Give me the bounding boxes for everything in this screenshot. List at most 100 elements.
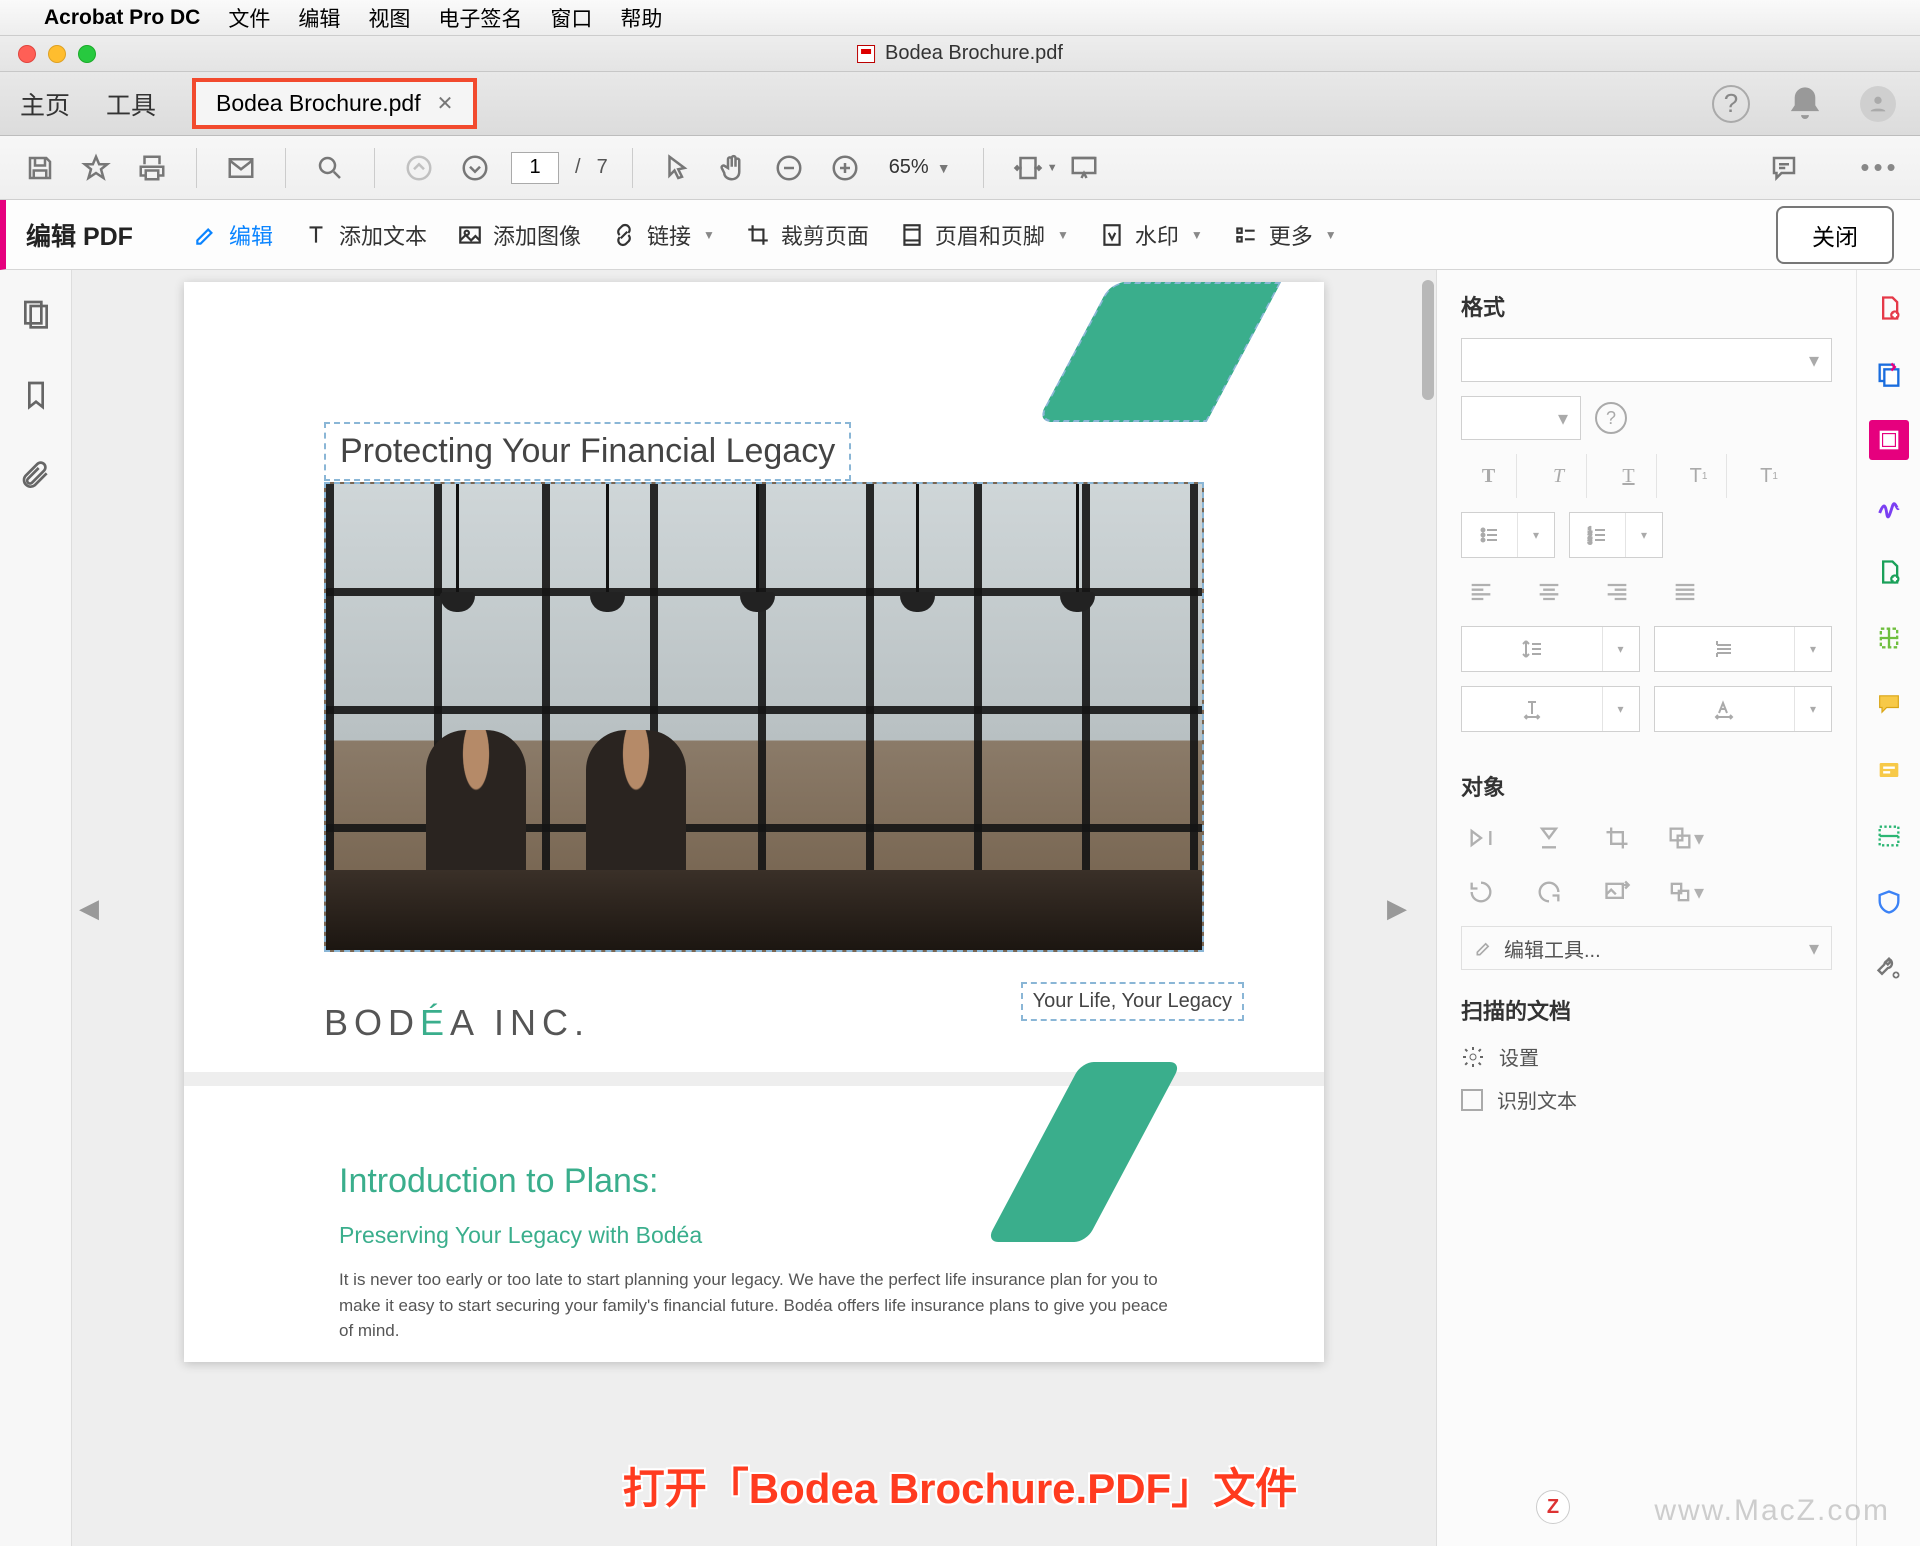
- scrollbar-thumb[interactable]: [1422, 280, 1434, 400]
- app-name[interactable]: Acrobat Pro DC: [44, 6, 200, 30]
- rotate-cw-icon[interactable]: [1529, 872, 1569, 912]
- nav-tools[interactable]: 工具: [106, 86, 156, 122]
- menu-help[interactable]: 帮助: [620, 3, 662, 33]
- menu-view[interactable]: 视图: [368, 3, 410, 33]
- presentation-icon[interactable]: [1064, 148, 1104, 188]
- bookmark-icon[interactable]: [20, 379, 52, 416]
- font-family-select[interactable]: ▾: [1461, 338, 1832, 382]
- fill-sign-icon[interactable]: [1869, 750, 1909, 790]
- fit-width-icon[interactable]: ▼: [1008, 148, 1048, 188]
- more-icon[interactable]: •••: [1860, 148, 1900, 188]
- settings-button[interactable]: 设置: [1461, 1042, 1832, 1071]
- intro-subheading[interactable]: Preserving Your Legacy with Bodéa: [339, 1222, 702, 1249]
- add-text-button[interactable]: 添加文本: [303, 219, 427, 251]
- flip-horizontal-icon[interactable]: [1461, 818, 1501, 858]
- link-button[interactable]: 链接▼: [611, 219, 715, 251]
- thumbnails-icon[interactable]: [20, 298, 52, 335]
- replace-image-icon[interactable]: [1597, 872, 1637, 912]
- checkbox-icon[interactable]: [1461, 1089, 1483, 1111]
- bullet-list-icon[interactable]: [1462, 513, 1518, 557]
- more-tools-icon[interactable]: [1869, 948, 1909, 988]
- edit-pdf-tool-icon[interactable]: [1869, 420, 1909, 460]
- page-down-icon[interactable]: [455, 148, 495, 188]
- print-icon[interactable]: [132, 148, 172, 188]
- bell-icon[interactable]: [1786, 85, 1824, 123]
- scan-ocr-icon[interactable]: [1869, 816, 1909, 856]
- edit-button[interactable]: 编辑: [193, 219, 273, 251]
- crop-object-icon[interactable]: [1597, 818, 1637, 858]
- zoom-select[interactable]: 65% ▼: [881, 152, 959, 183]
- underline-icon[interactable]: T: [1601, 454, 1657, 498]
- more-button[interactable]: 更多▼: [1233, 219, 1337, 251]
- help-icon[interactable]: ?: [1712, 85, 1750, 123]
- tab-active-document[interactable]: Bodea Brochure.pdf ✕: [192, 78, 477, 129]
- create-pdf-icon[interactable]: [1869, 288, 1909, 328]
- add-image-button[interactable]: 添加图像: [457, 219, 581, 251]
- arrange-icon[interactable]: ▾: [1665, 818, 1705, 858]
- line-spacing-icon[interactable]: [1462, 627, 1603, 671]
- intro-body-text[interactable]: It is never too early or too late to sta…: [339, 1267, 1179, 1344]
- bold-icon[interactable]: T: [1461, 454, 1517, 498]
- document-area[interactable]: ◀ ▶ Protecting Your Financial Legacy BOD…: [72, 270, 1436, 1546]
- organize-pages-icon[interactable]: [1869, 618, 1909, 658]
- minimize-window-icon[interactable]: [48, 45, 66, 63]
- zoom-in-icon[interactable]: [825, 148, 865, 188]
- subscript-icon[interactable]: T1: [1741, 454, 1797, 498]
- rotate-ccw-icon[interactable]: [1461, 872, 1501, 912]
- align-objects-icon[interactable]: ▾: [1665, 872, 1705, 912]
- numbered-list-icon[interactable]: 123: [1570, 513, 1626, 557]
- font-size-select[interactable]: ▾: [1461, 396, 1581, 440]
- align-justify-icon[interactable]: [1665, 572, 1705, 612]
- mail-icon[interactable]: [221, 148, 261, 188]
- nav-home[interactable]: 主页: [20, 86, 70, 122]
- header-footer-button[interactable]: 页眉和页脚▼: [899, 219, 1069, 251]
- align-right-icon[interactable]: [1597, 572, 1637, 612]
- pdf-page[interactable]: Protecting Your Financial Legacy BODÉA I…: [184, 282, 1324, 1362]
- close-tab-icon[interactable]: ✕: [437, 91, 454, 116]
- superscript-icon[interactable]: T1: [1671, 454, 1727, 498]
- align-center-icon[interactable]: [1529, 572, 1569, 612]
- pointer-icon[interactable]: [657, 148, 697, 188]
- char-spacing-icon[interactable]: [1655, 687, 1796, 731]
- combine-files-icon[interactable]: [1869, 354, 1909, 394]
- menu-edit[interactable]: 编辑: [298, 3, 340, 33]
- zoom-out-icon[interactable]: [769, 148, 809, 188]
- numbered-caret-icon[interactable]: ▾: [1626, 513, 1662, 557]
- align-left-icon[interactable]: [1461, 572, 1501, 612]
- page-number-input[interactable]: [511, 152, 559, 184]
- sign-icon[interactable]: [1869, 486, 1909, 526]
- next-page-arrow-icon[interactable]: ▶: [1386, 878, 1408, 938]
- flip-vertical-icon[interactable]: [1529, 818, 1569, 858]
- attachment-icon[interactable]: [20, 460, 52, 497]
- hand-icon[interactable]: [713, 148, 753, 188]
- tagline-text-box[interactable]: Your Life, Your Legacy: [1021, 982, 1244, 1021]
- page-up-icon[interactable]: [399, 148, 439, 188]
- search-icon[interactable]: [310, 148, 350, 188]
- user-avatar-icon[interactable]: [1860, 86, 1896, 122]
- image-box[interactable]: [324, 482, 1204, 952]
- close-window-icon[interactable]: [18, 45, 36, 63]
- horizontal-scale-icon[interactable]: [1462, 687, 1603, 731]
- star-icon[interactable]: [76, 148, 116, 188]
- recognize-text-checkbox[interactable]: 识别文本: [1461, 1085, 1832, 1114]
- intro-heading[interactable]: Introduction to Plans:: [339, 1162, 658, 1201]
- comment-tool-icon[interactable]: [1869, 684, 1909, 724]
- protect-icon[interactable]: [1869, 882, 1909, 922]
- italic-icon[interactable]: T: [1531, 454, 1587, 498]
- watermark-button[interactable]: 水印▼: [1099, 219, 1203, 251]
- menu-window[interactable]: 窗口: [550, 3, 592, 33]
- maximize-window-icon[interactable]: [78, 45, 96, 63]
- menu-file[interactable]: 文件: [228, 3, 270, 33]
- format-help-icon[interactable]: ?: [1595, 402, 1627, 434]
- save-icon[interactable]: [20, 148, 60, 188]
- heading-text-box[interactable]: Protecting Your Financial Legacy: [324, 422, 851, 481]
- export-pdf-icon[interactable]: [1869, 552, 1909, 592]
- crop-button[interactable]: 裁剪页面: [745, 219, 869, 251]
- comment-icon[interactable]: [1764, 148, 1804, 188]
- prev-page-arrow-icon[interactable]: ◀: [78, 878, 100, 938]
- close-edit-button[interactable]: 关闭: [1776, 206, 1894, 264]
- bullet-caret-icon[interactable]: ▾: [1518, 513, 1554, 557]
- paragraph-spacing-icon[interactable]: [1655, 627, 1796, 671]
- menu-esign[interactable]: 电子签名: [438, 3, 522, 33]
- edit-tools-button[interactable]: 编辑工具... ▾: [1461, 926, 1832, 970]
